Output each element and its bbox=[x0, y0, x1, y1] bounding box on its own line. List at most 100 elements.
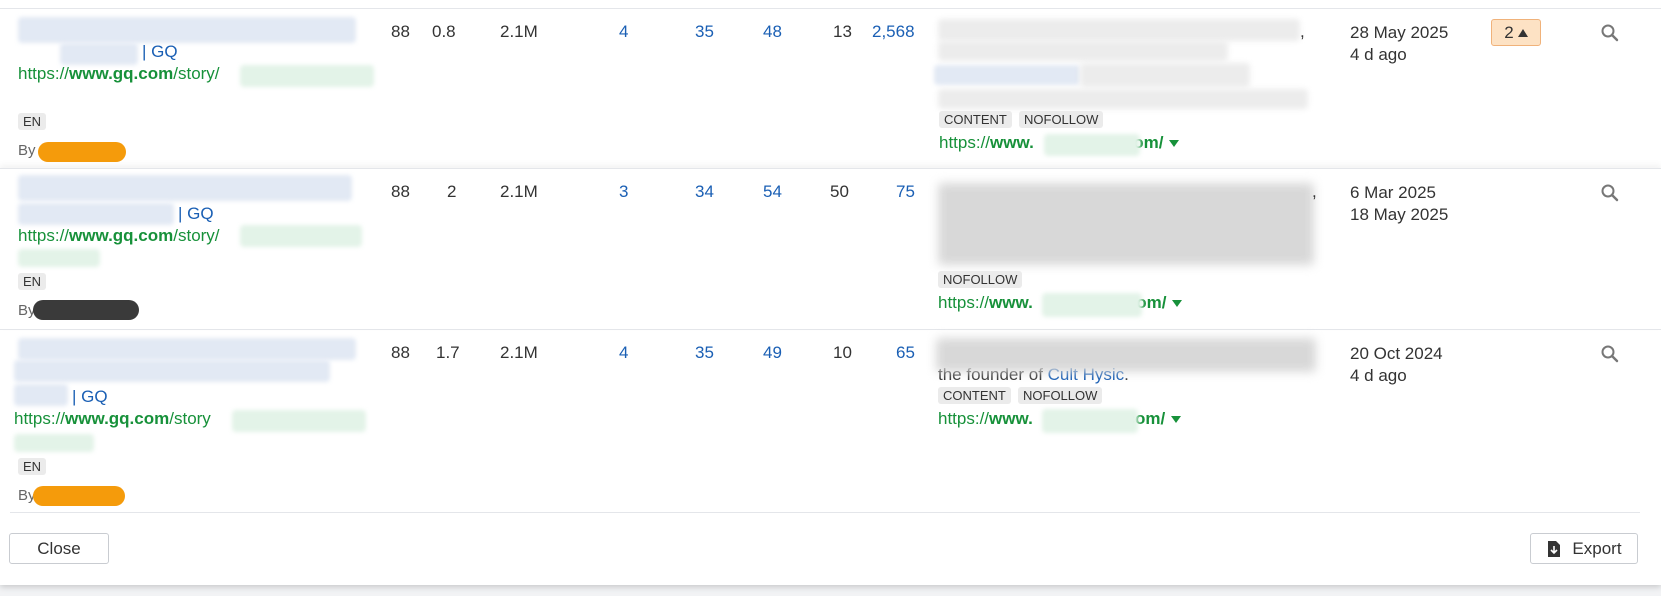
url-rating: 2 bbox=[447, 182, 457, 201]
first-seen-date: 28 May 2025 bbox=[1350, 23, 1449, 42]
footer-divider bbox=[10, 512, 1640, 513]
target-url-domain: www. bbox=[989, 293, 1033, 312]
redacted-anchor-text bbox=[1080, 63, 1250, 87]
backlinks-panel: | GQ https://www.gq.com/story/ EN By 88 … bbox=[0, 0, 1661, 585]
source-url[interactable]: https://www.gq.com/story bbox=[14, 408, 211, 430]
url-rating: 0.8 bbox=[432, 22, 456, 41]
linked-domains[interactable]: 34 bbox=[695, 181, 714, 203]
redacted-title bbox=[14, 360, 330, 382]
redacted-url bbox=[18, 249, 100, 267]
table-row: | GQ https://www.gq.com/story/ EN By 88 … bbox=[0, 168, 1661, 329]
search-icon[interactable] bbox=[1600, 23, 1620, 43]
redacted-anchor-text bbox=[938, 183, 1314, 265]
redacted-author bbox=[33, 300, 139, 320]
link-type-tag: NOFOLLOW bbox=[938, 271, 1023, 288]
linked-domains[interactable]: 35 bbox=[695, 21, 714, 43]
external-links[interactable]: 49 bbox=[763, 342, 782, 364]
anchor-text-fragment: , bbox=[1300, 22, 1305, 41]
target-url-scheme: https:// bbox=[938, 293, 990, 312]
redacted-url bbox=[240, 225, 362, 247]
redacted-title bbox=[18, 203, 174, 225]
redacted-author bbox=[38, 142, 126, 162]
redacted-anchor-link bbox=[934, 65, 1080, 85]
url-path: /story bbox=[169, 409, 211, 428]
page-traffic: 13 bbox=[833, 22, 852, 41]
export-button[interactable]: Export bbox=[1530, 533, 1638, 564]
domain-traffic: 2.1M bbox=[500, 343, 538, 362]
redacted-title bbox=[18, 338, 356, 360]
first-seen-date: 20 Oct 2024 bbox=[1350, 344, 1443, 363]
redacted-anchor-text bbox=[936, 338, 1316, 372]
redacted-title bbox=[14, 384, 68, 406]
chevron-down-icon bbox=[1172, 300, 1183, 308]
keywords-count[interactable]: 2,568 bbox=[872, 21, 915, 43]
chevron-down-icon bbox=[1171, 416, 1182, 424]
url-domain: www.gq.com bbox=[69, 64, 174, 83]
last-seen-date: 4 d ago bbox=[1350, 366, 1407, 385]
url-scheme: https:// bbox=[18, 226, 70, 245]
url-path: /story/ bbox=[173, 64, 220, 83]
download-icon bbox=[1548, 540, 1561, 557]
keywords-count[interactable]: 75 bbox=[896, 181, 915, 203]
url-path: /story/ bbox=[173, 226, 220, 245]
source-title-suffix[interactable]: | GQ bbox=[142, 41, 178, 63]
link-type-tag: NOFOLLOW bbox=[1019, 111, 1104, 128]
redacted-url bbox=[14, 434, 94, 452]
export-label: Export bbox=[1572, 538, 1622, 558]
table-row: | GQ https://www.gq.com/story EN By 88 1… bbox=[0, 329, 1661, 513]
url-scheme: https:// bbox=[18, 64, 70, 83]
redacted-title bbox=[60, 43, 138, 65]
close-button[interactable]: Close bbox=[9, 533, 109, 564]
source-title-suffix[interactable]: | GQ bbox=[178, 203, 214, 225]
referring-domains[interactable]: 3 bbox=[619, 181, 628, 203]
page-traffic: 50 bbox=[830, 182, 849, 201]
triangle-up-icon bbox=[1517, 28, 1528, 37]
redacted-anchor-text bbox=[938, 89, 1308, 109]
domain-rating: 88 bbox=[391, 182, 410, 201]
target-url-domain: www. bbox=[990, 133, 1034, 152]
target-url-scheme: https:// bbox=[938, 409, 990, 428]
linked-domains[interactable]: 35 bbox=[695, 342, 714, 364]
link-type-tag: NOFOLLOW bbox=[1018, 387, 1103, 404]
redacted-url bbox=[240, 65, 374, 87]
redacted-author bbox=[33, 486, 125, 506]
chevron-down-icon bbox=[1169, 140, 1180, 148]
referring-domains[interactable]: 4 bbox=[619, 21, 628, 43]
target-url-domain: www. bbox=[989, 409, 1033, 428]
table-row: | GQ https://www.gq.com/story/ EN By 88 … bbox=[0, 8, 1661, 164]
redacted-anchor-text bbox=[938, 19, 1300, 41]
url-scheme: https:// bbox=[14, 409, 66, 428]
redacted-url bbox=[232, 410, 366, 432]
redacted-target-url bbox=[1042, 293, 1142, 317]
source-url[interactable]: https://www.gq.com/story/ bbox=[18, 63, 220, 85]
domain-traffic: 2.1M bbox=[500, 22, 538, 41]
external-links[interactable]: 54 bbox=[763, 181, 782, 203]
anchor-text-fragment: , bbox=[1312, 182, 1317, 201]
language-tag: EN bbox=[18, 458, 47, 475]
domain-rating: 88 bbox=[391, 22, 410, 41]
url-domain: www.gq.com bbox=[65, 409, 170, 428]
url-rating: 1.7 bbox=[436, 343, 460, 362]
page-traffic: 10 bbox=[833, 343, 852, 362]
referring-domains[interactable]: 4 bbox=[619, 342, 628, 364]
target-url-scheme: https:// bbox=[939, 133, 991, 152]
last-seen-date: 4 d ago bbox=[1350, 45, 1407, 64]
badge-count: 2 bbox=[1504, 22, 1514, 42]
source-url[interactable]: https://www.gq.com/story/ bbox=[18, 225, 220, 247]
redacted-target-url bbox=[1044, 134, 1140, 156]
language-tag: EN bbox=[18, 273, 47, 290]
language-tag: EN bbox=[18, 113, 47, 130]
first-seen-date: 6 Mar 2025 bbox=[1350, 183, 1436, 202]
author-by-label: By bbox=[18, 142, 36, 159]
similar-links-badge[interactable]: 2 bbox=[1491, 19, 1541, 46]
source-title-suffix[interactable]: | GQ bbox=[72, 386, 108, 408]
search-icon[interactable] bbox=[1600, 344, 1620, 364]
last-seen-date: 18 May 2025 bbox=[1350, 205, 1449, 224]
keywords-count[interactable]: 65 bbox=[896, 342, 915, 364]
domain-traffic: 2.1M bbox=[500, 182, 538, 201]
redacted-target-url bbox=[1042, 409, 1138, 433]
external-links[interactable]: 48 bbox=[763, 21, 782, 43]
search-icon[interactable] bbox=[1600, 183, 1620, 203]
domain-rating: 88 bbox=[391, 343, 410, 362]
redacted-anchor-text bbox=[938, 41, 1228, 61]
